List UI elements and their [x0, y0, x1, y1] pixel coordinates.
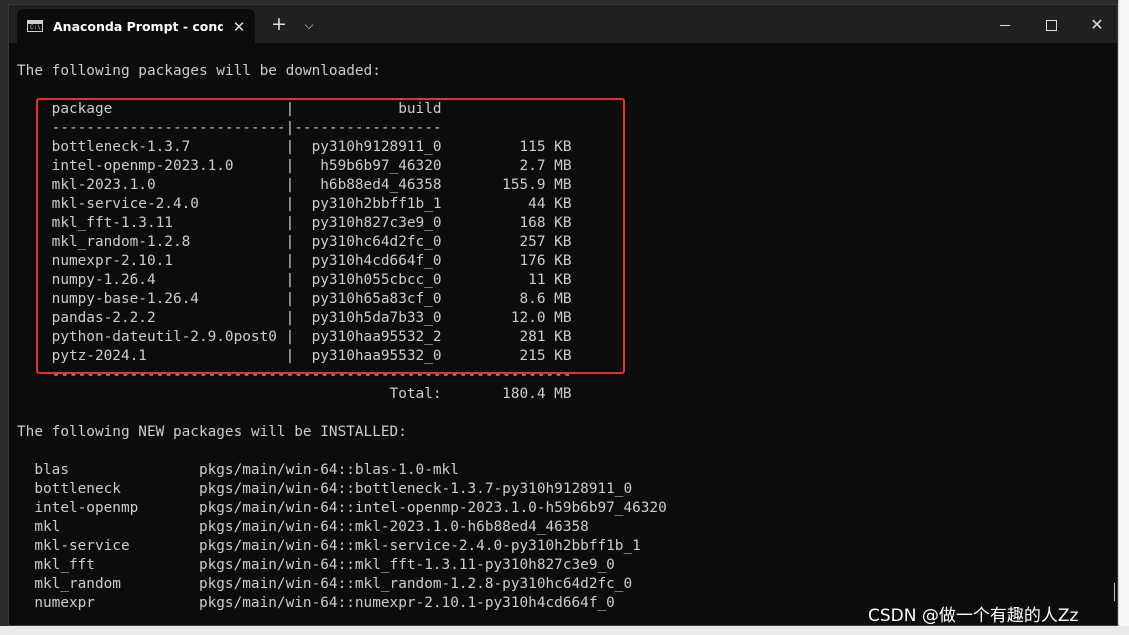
minimize-icon — [1000, 24, 1010, 26]
tab-close-icon[interactable]: ✕ — [229, 17, 249, 37]
terminal-line: numexpr pkgs/main/win-64::numexpr-2.10.1… — [17, 595, 615, 611]
csdn-watermark: CSDN @做一个有趣的人Zz — [868, 606, 1079, 626]
terminal-line: The following NEW packages will be INSTA… — [17, 424, 407, 440]
title-bar: C:\ Anaconda Prompt - conda ac ✕ + ⌵ ✕ — [9, 5, 1117, 43]
chevron-down-icon[interactable]: ⌵ — [299, 14, 319, 36]
terminal-line: mkl_random pkgs/main/win-64::mkl_random-… — [17, 576, 633, 592]
terminal-icon: C:\ — [27, 20, 43, 32]
terminal-window: C:\ Anaconda Prompt - conda ac ✕ + ⌵ ✕ T… — [8, 4, 1118, 626]
tab-title: Anaconda Prompt - conda ac — [53, 19, 223, 34]
terminal-output[interactable]: The following packages will be downloade… — [9, 43, 1117, 625]
terminal-line: mkl-service pkgs/main/win-64::mkl-servic… — [17, 538, 641, 554]
minimize-button[interactable] — [983, 11, 1027, 39]
terminal-line: mkl_fft pkgs/main/win-64::mkl_fft-1.3.11… — [17, 557, 615, 573]
scrollbar-indicator[interactable] — [1114, 583, 1115, 601]
terminal-line: intel-openmp pkgs/main/win-64::intel-ope… — [17, 500, 667, 516]
terminal-line: blas pkgs/main/win-64::blas-1.0-mkl — [17, 462, 459, 478]
terminal-line: The following packages will be downloade… — [17, 63, 381, 79]
maximize-icon — [1045, 19, 1057, 31]
new-tab-button[interactable]: + — [267, 14, 291, 36]
background-window-edge — [1118, 0, 1129, 635]
terminal-line: bottleneck pkgs/main/win-64::bottleneck-… — [17, 481, 633, 497]
close-button[interactable]: ✕ — [1075, 11, 1117, 39]
tab-anaconda-prompt[interactable]: C:\ Anaconda Prompt - conda ac ✕ — [17, 9, 255, 43]
terminal-line: mkl pkgs/main/win-64::mkl-2023.1.0-h6b88… — [17, 519, 589, 535]
terminal-line: Total: 180.4 MB — [17, 386, 572, 402]
highlight-box — [36, 98, 625, 374]
background-window-bottom — [0, 626, 1129, 635]
maximize-button[interactable] — [1029, 11, 1073, 39]
